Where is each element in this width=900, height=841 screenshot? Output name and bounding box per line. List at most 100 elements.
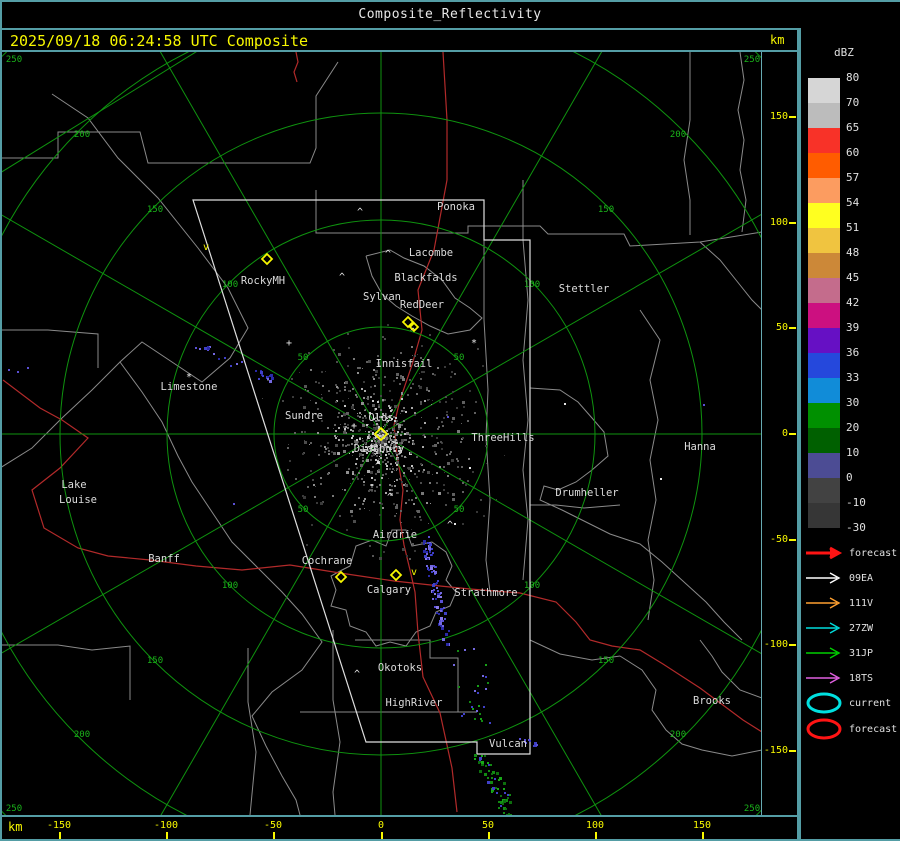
radar-map[interactable]: 50 50 50 50 100 100 100 100 150 150 150 150 200 200 20… <box>0 0 900 841</box>
echo-pixel <box>359 367 361 369</box>
echo-pixel <box>393 380 395 382</box>
echo-pixel <box>439 466 441 468</box>
echo-pixel <box>405 484 408 487</box>
echo-pixel <box>438 492 441 495</box>
echo-pixel <box>452 498 455 501</box>
city-label: HighRiver <box>386 697 443 709</box>
echo-pixel <box>302 453 304 455</box>
echo-pixel <box>320 502 323 505</box>
map-layers: 50 50 50 50 100 100 100 100 150 150 150 150 200 200 20… <box>2 52 762 815</box>
echo-pixel <box>507 794 509 796</box>
azimuth-radial <box>2 433 382 654</box>
echo-pixel <box>392 439 394 441</box>
echo-pixel <box>371 440 373 442</box>
echo-pixel <box>350 510 353 513</box>
echo-pixel <box>8 369 10 371</box>
echo-pixel <box>427 471 430 474</box>
echo-pixel <box>462 401 465 404</box>
echo-pixel <box>307 390 309 392</box>
echo-pixel <box>471 706 473 708</box>
echo-pixel <box>509 794 511 796</box>
echo-pixel <box>437 428 439 430</box>
echo-pixel <box>451 371 453 373</box>
echo-pixel <box>378 426 380 428</box>
echo-pixel <box>399 424 401 426</box>
echo-pixel <box>352 388 354 390</box>
echo-pixel <box>361 478 363 480</box>
echo-pixel <box>431 565 433 567</box>
echo-pixel <box>410 387 412 389</box>
echo-pixel <box>443 466 445 468</box>
echo-pixel <box>429 482 431 484</box>
echo-pixel <box>289 460 291 462</box>
echo-pixel <box>447 462 450 465</box>
echo-pixel <box>396 420 398 422</box>
echo-pixel <box>325 448 327 450</box>
echo-pixel <box>421 492 424 495</box>
echo-pixel <box>291 378 293 380</box>
echo-pixel <box>267 378 269 380</box>
echo-pixel <box>421 371 423 373</box>
echo-pixel <box>445 633 448 636</box>
echo-pixel <box>504 455 505 456</box>
echo-pixel <box>436 482 438 484</box>
echo-pixel <box>436 606 439 609</box>
echo-pixel <box>476 511 478 513</box>
echo-pixel <box>360 464 363 467</box>
echo-pixel <box>368 490 370 492</box>
echo-pixel <box>327 442 329 444</box>
echo-pixel <box>391 485 393 487</box>
echo-pixel <box>355 463 357 465</box>
range-ring-label: 250 <box>744 55 760 65</box>
echo-pixel <box>449 453 451 455</box>
echo-pixel <box>419 516 421 518</box>
echo-pixel <box>342 444 344 446</box>
echo-pixel <box>347 427 349 429</box>
echo-pixel <box>395 433 398 436</box>
echo-pixel <box>413 443 415 445</box>
echo-pixel <box>490 764 492 766</box>
range-ring-label: 100 <box>524 280 540 290</box>
echo-pixel <box>477 348 479 350</box>
echo-pixel <box>356 467 358 469</box>
echo-pixel <box>434 444 437 447</box>
range-ring-label: 150 <box>147 656 163 666</box>
echo-pixel <box>529 740 531 742</box>
echo-pixel <box>443 489 445 491</box>
echo-pixel <box>474 718 476 720</box>
range-ring-label: 100 <box>524 581 540 591</box>
echo-pixel <box>335 444 338 447</box>
echo-pixel <box>427 399 429 401</box>
echo-pixel <box>479 757 482 760</box>
echo-pixel <box>344 423 346 425</box>
echo-pixel <box>303 406 306 409</box>
echo-pixel <box>462 482 464 484</box>
echo-pixel <box>362 440 364 442</box>
echo-pixel <box>414 412 416 414</box>
azimuth-radial <box>160 433 382 815</box>
echo-pixel <box>370 471 373 474</box>
echo-pixel <box>395 439 397 441</box>
echo-pixel <box>423 543 425 545</box>
echo-pixel <box>362 420 364 422</box>
echo-pixel <box>370 430 372 432</box>
echo-pixel <box>379 435 381 437</box>
echo-pixel <box>397 458 399 460</box>
echo-pixel <box>406 490 408 492</box>
city-label: Brooks <box>693 695 731 707</box>
county-boundary-line <box>619 655 762 757</box>
echo-pixel <box>426 565 428 567</box>
city-label: Lacombe <box>409 247 453 259</box>
echo-pixel <box>424 550 426 552</box>
echo-pixel <box>390 455 392 457</box>
echo-pixel <box>396 424 397 425</box>
echo-pixel <box>372 400 374 402</box>
wind-mark-icon: v <box>203 242 209 253</box>
echo-pixel <box>502 803 504 805</box>
echo-pixel <box>393 432 395 434</box>
echo-pixel <box>450 376 452 378</box>
range-ring-label: 50 <box>454 353 465 363</box>
range-ring-label: 250 <box>744 804 760 814</box>
echo-pixel <box>372 404 375 407</box>
echo-pixel <box>408 467 411 470</box>
